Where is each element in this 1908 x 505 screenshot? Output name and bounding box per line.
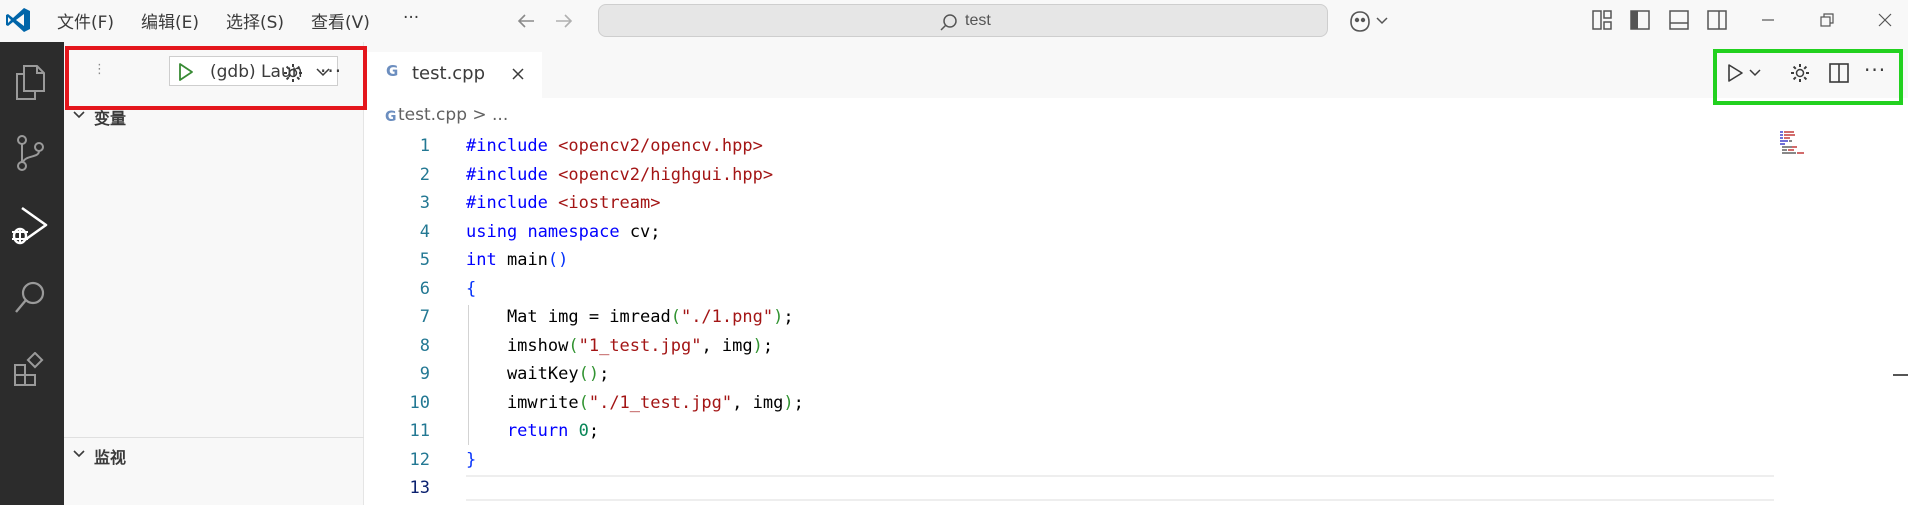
menu-selection[interactable]: 选择(S) xyxy=(226,8,284,33)
toggle-sidebar-icon[interactable] xyxy=(1629,9,1651,31)
title-bar: 文件(F) 编辑(E) 选择(S) 查看(V) ··· test xyxy=(0,0,1908,42)
line-number: 1 xyxy=(419,136,430,156)
code-line-5: int main() xyxy=(466,250,569,270)
search-view-icon[interactable] xyxy=(12,279,48,317)
extensions-icon[interactable] xyxy=(12,352,48,388)
chevron-down-icon[interactable] xyxy=(72,108,86,122)
arrow-left-icon[interactable] xyxy=(515,10,537,32)
line-number: 10 xyxy=(409,393,430,413)
menu-more[interactable]: ··· xyxy=(403,8,419,28)
line-number: 7 xyxy=(419,307,430,327)
run-debug-icon[interactable] xyxy=(8,204,50,248)
code-line-6: { xyxy=(466,279,477,299)
menu-view[interactable]: 查看(V) xyxy=(311,8,370,33)
vscode-logo-icon[interactable] xyxy=(5,7,31,33)
code-line-4: using namespace cv; xyxy=(466,222,661,242)
code-line-11: return 0; xyxy=(466,421,600,441)
green-highlight-box xyxy=(1713,49,1903,105)
watch-section-title[interactable]: 监视 xyxy=(94,444,126,468)
line-number: 9 xyxy=(419,364,430,384)
line-number: 4 xyxy=(419,222,430,242)
line-number: 5 xyxy=(419,250,430,270)
arrow-right-icon[interactable] xyxy=(553,10,575,32)
line-number: 3 xyxy=(419,193,430,213)
line-number: 11 xyxy=(409,421,430,441)
code-line-10: imwrite("./1_test.jpg", img); xyxy=(466,393,804,413)
red-highlight-box xyxy=(65,46,367,110)
restore-icon[interactable] xyxy=(1817,10,1837,30)
cpp-file-icon: G xyxy=(386,62,399,80)
layout-icon[interactable] xyxy=(1591,9,1613,31)
editor-tabs-bar: G test.cpp ··· xyxy=(364,42,1908,98)
chevron-down-icon[interactable] xyxy=(72,447,86,461)
line-number: 8 xyxy=(419,336,430,356)
cpp-file-icon: G xyxy=(385,109,397,125)
tab-label: test.cpp xyxy=(412,63,486,84)
close-icon[interactable] xyxy=(1875,10,1895,30)
source-control-icon[interactable] xyxy=(13,133,47,173)
explorer-icon[interactable] xyxy=(13,63,47,101)
code-line-7: Mat img = imread("./1.png"); xyxy=(466,307,794,327)
minimap[interactable] xyxy=(1780,131,1814,155)
tab-test-cpp[interactable]: G test.cpp xyxy=(364,52,542,98)
line-number: 12 xyxy=(409,450,430,470)
command-center-search[interactable]: test xyxy=(598,4,1328,37)
code-editor[interactable] xyxy=(364,98,1908,505)
code-line-1: #include <opencv2/opencv.hpp> xyxy=(466,136,763,156)
line-number: 6 xyxy=(419,279,430,299)
current-line-highlight xyxy=(466,475,1774,501)
overview-ruler-cursor xyxy=(1893,374,1908,376)
code-line-9: waitKey(); xyxy=(466,364,610,384)
breadcrumb[interactable]: test.cpp > ... xyxy=(398,105,508,125)
toggle-panel-icon[interactable] xyxy=(1668,9,1690,31)
code-line-8: imshow("1_test.jpg", img); xyxy=(466,336,774,356)
breadcrumb-file-icon: G xyxy=(385,106,397,125)
section-divider xyxy=(64,437,364,438)
menu-edit[interactable]: 编辑(E) xyxy=(141,8,199,33)
code-line-3: #include <iostream> xyxy=(466,193,661,213)
code-line-12: } xyxy=(466,450,477,470)
copilot-icon[interactable] xyxy=(1347,8,1391,34)
run-debug-sidebar: ⋮ (gdb) Laun ··· 变量 监视 xyxy=(64,42,364,505)
activity-bar xyxy=(0,42,64,505)
menu-file[interactable]: 文件(F) xyxy=(57,8,114,33)
tab-close-icon[interactable] xyxy=(510,66,526,82)
line-number: 2 xyxy=(419,165,430,185)
search-text: test xyxy=(965,12,991,29)
search-icon xyxy=(940,14,957,31)
minimize-icon[interactable] xyxy=(1758,10,1778,30)
line-number-current: 13 xyxy=(409,478,430,498)
toggle-secondary-sidebar-icon[interactable] xyxy=(1706,9,1728,31)
code-line-2: #include <opencv2/highgui.hpp> xyxy=(466,165,774,185)
